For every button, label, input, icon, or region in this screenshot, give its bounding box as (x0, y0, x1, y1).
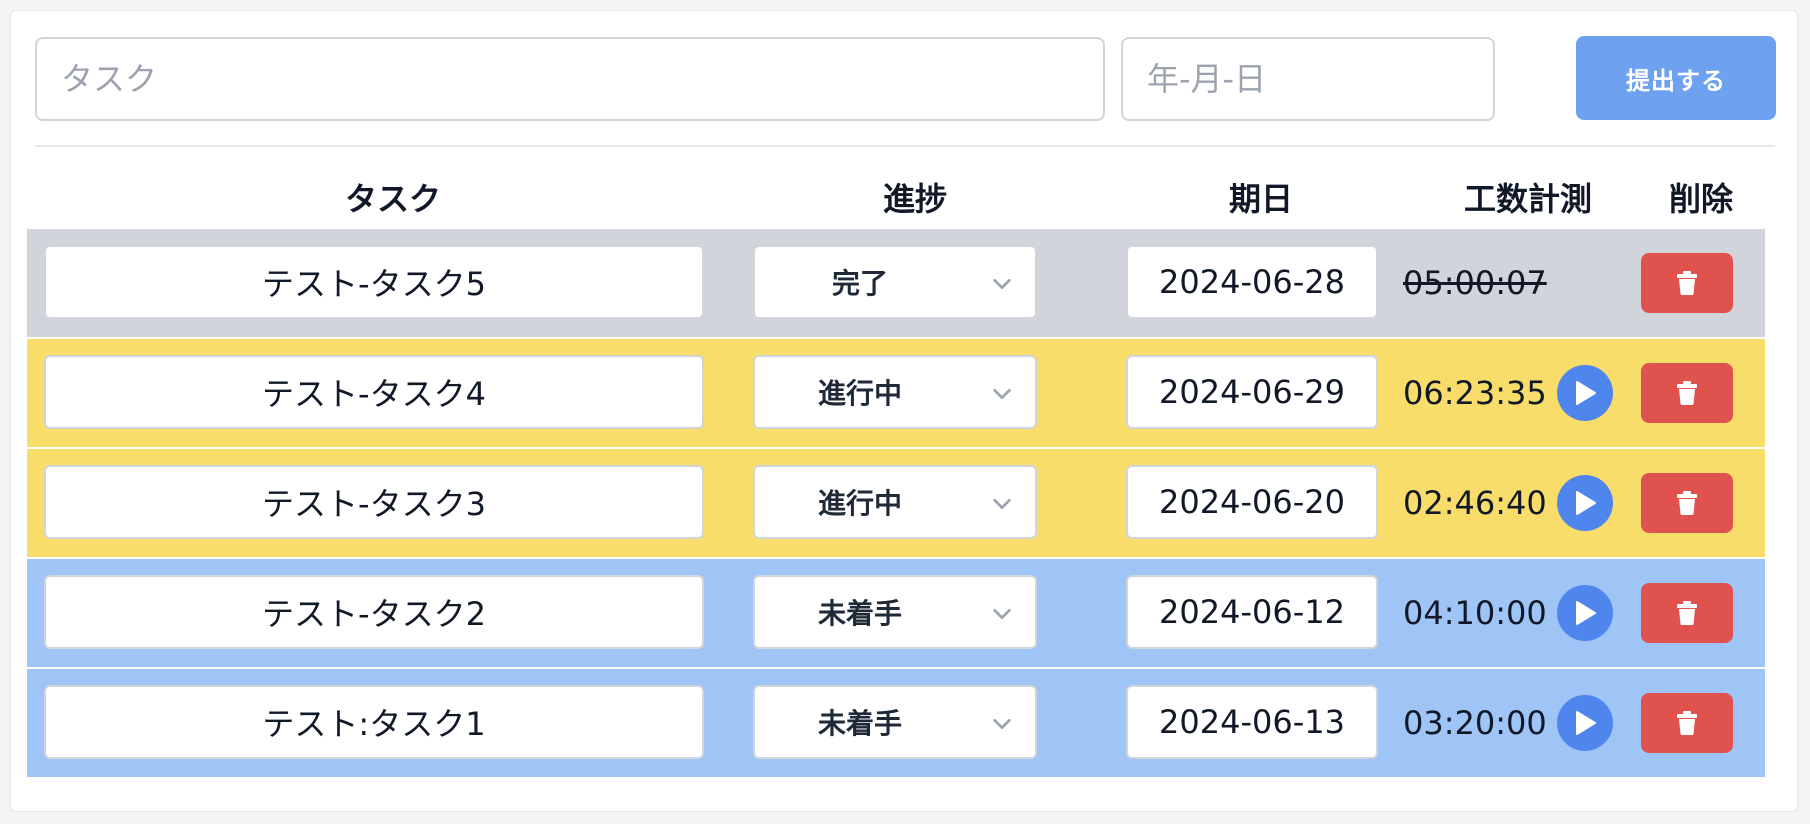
chevron-down-icon (993, 608, 1011, 620)
trash-icon (1677, 491, 1697, 515)
submit-button[interactable]: 提出する (1576, 36, 1776, 120)
play-icon (1576, 711, 1596, 735)
table-row: テスト:タスク1 未着手 2024-06-13 03:20:00 (27, 669, 1765, 777)
chevron-down-icon (993, 388, 1011, 400)
play-icon (1576, 381, 1596, 405)
time-tracking-value: 03:20:00 (1403, 704, 1547, 742)
chevron-down-icon (993, 718, 1011, 730)
start-timer-button[interactable] (1557, 585, 1613, 641)
start-timer-button[interactable] (1557, 475, 1613, 531)
task-name-field[interactable]: テスト:タスク1 (44, 685, 704, 759)
status-select-value: 未着手 (817, 707, 902, 740)
due-date-field[interactable]: 2024-06-20 (1126, 465, 1378, 539)
time-tracking-value: 04:10:00 (1403, 594, 1547, 632)
play-icon (1576, 601, 1596, 625)
status-select-value: 進行中 (817, 377, 902, 410)
start-timer-button[interactable] (1557, 695, 1613, 751)
task-form: 提出する (11, 11, 1797, 157)
time-tracking-value: 06:23:35 (1403, 374, 1547, 412)
status-select[interactable]: 未着手 (753, 575, 1037, 649)
delete-button[interactable] (1641, 363, 1733, 423)
status-select-value: 未着手 (817, 597, 902, 630)
status-select[interactable]: 完了 (753, 245, 1037, 319)
delete-button[interactable] (1641, 253, 1733, 313)
task-name-field[interactable]: テスト-タスク2 (44, 575, 704, 649)
status-select[interactable]: 未着手 (753, 685, 1037, 759)
chevron-down-icon (993, 498, 1011, 510)
status-select-value: 進行中 (817, 487, 902, 520)
trash-icon (1677, 711, 1697, 735)
delete-button[interactable] (1641, 583, 1733, 643)
time-tracking-value: 05:00:07 (1403, 264, 1547, 302)
trash-icon (1677, 271, 1697, 295)
status-select[interactable]: 進行中 (753, 355, 1037, 429)
due-date-field[interactable]: 2024-06-13 (1126, 685, 1378, 759)
task-table-body: テスト-タスク5 完了 2024-06-28 05:00:07 テスト-タスク4… (27, 229, 1765, 779)
due-date-field[interactable]: 2024-06-12 (1126, 575, 1378, 649)
trash-icon (1677, 601, 1697, 625)
chevron-down-icon (993, 278, 1011, 290)
task-input[interactable] (35, 37, 1105, 121)
task-name-field[interactable]: テスト-タスク4 (44, 355, 704, 429)
task-name-field[interactable]: テスト-タスク3 (44, 465, 704, 539)
time-tracking-value: 02:46:40 (1403, 484, 1547, 522)
play-icon (1576, 491, 1596, 515)
delete-button[interactable] (1641, 473, 1733, 533)
delete-button[interactable] (1641, 693, 1733, 753)
table-row: テスト-タスク5 完了 2024-06-28 05:00:07 (27, 229, 1765, 337)
status-select-value: 完了 (831, 267, 888, 300)
table-row: テスト-タスク3 進行中 2024-06-20 02:46:40 (27, 449, 1765, 557)
due-date-field[interactable]: 2024-06-29 (1126, 355, 1378, 429)
due-date-field[interactable]: 2024-06-28 (1126, 245, 1378, 319)
trash-icon (1677, 381, 1697, 405)
table-row: テスト-タスク4 進行中 2024-06-29 06:23:35 (27, 339, 1765, 447)
table-row: テスト-タスク2 未着手 2024-06-12 04:10:00 (27, 559, 1765, 667)
date-input[interactable] (1121, 37, 1495, 121)
status-select[interactable]: 進行中 (753, 465, 1037, 539)
task-name-field[interactable]: テスト-タスク5 (44, 245, 704, 319)
start-timer-button[interactable] (1557, 365, 1613, 421)
